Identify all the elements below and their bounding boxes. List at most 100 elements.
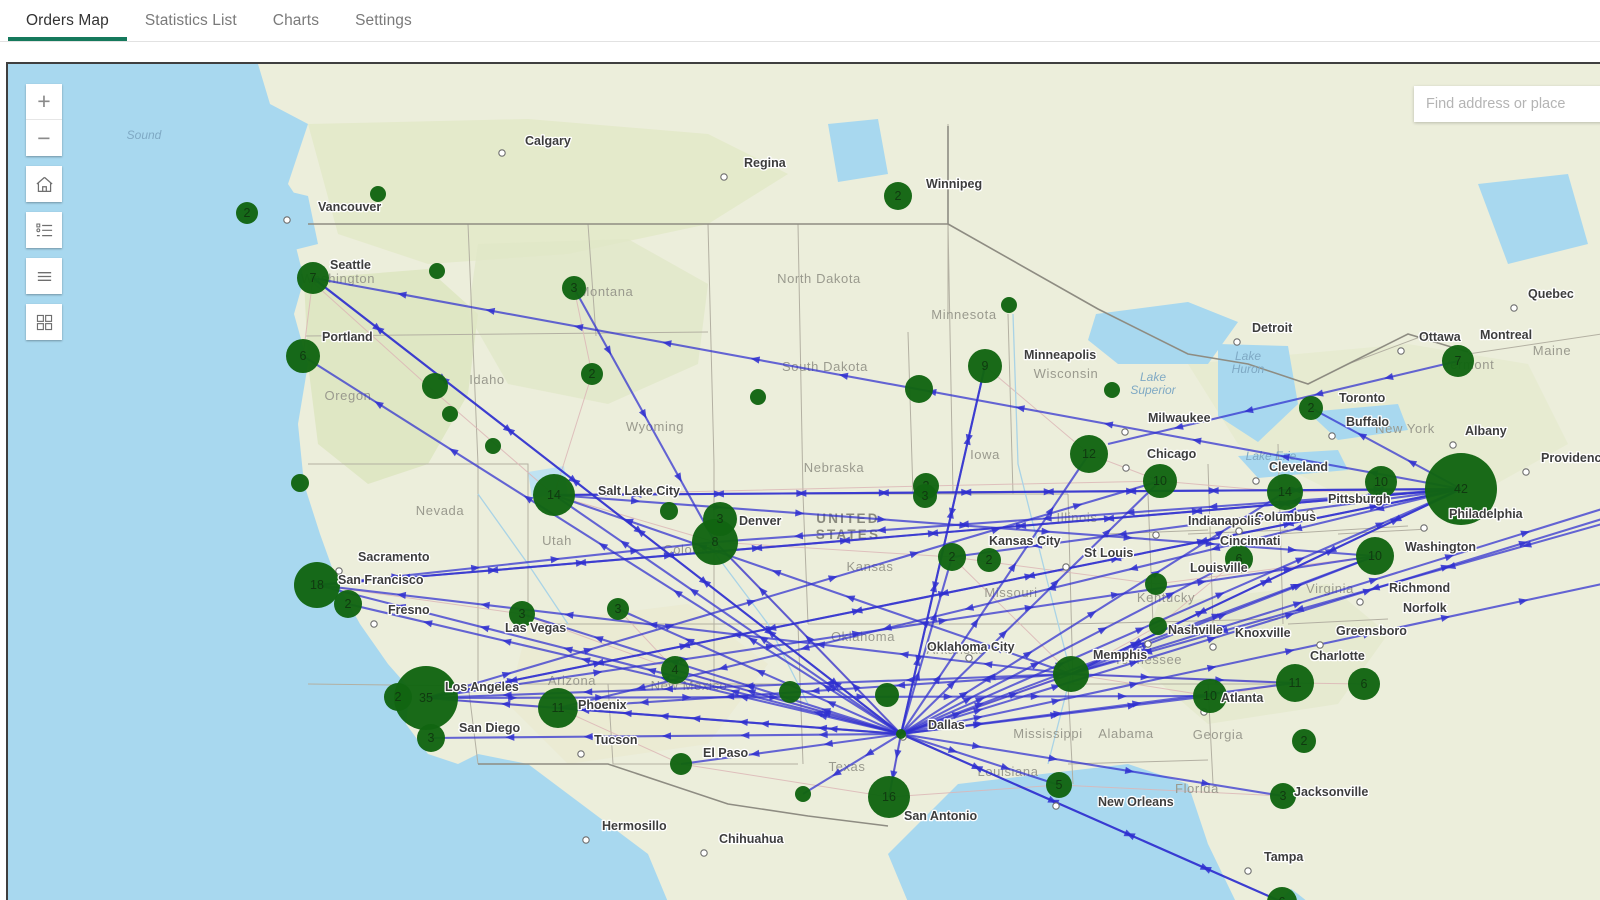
city-label: Detroit xyxy=(1252,321,1293,335)
city-label: Louisville xyxy=(1190,561,1248,575)
city-dot xyxy=(1122,429,1128,435)
order-cluster-count: 2 xyxy=(395,690,402,704)
order-cluster-count: 6 xyxy=(1361,677,1368,691)
order-cluster-marker[interactable]: 18 xyxy=(294,562,340,608)
order-cluster-marker[interactable]: 5 xyxy=(1046,772,1072,798)
order-cluster-marker[interactable] xyxy=(896,729,906,739)
order-cluster-marker[interactable]: 3 xyxy=(607,598,629,620)
water-label: Lake xyxy=(1140,370,1166,384)
tab-orders-map-label: Orders Map xyxy=(26,12,109,29)
map-canvas[interactable]: SoundLakeSuperiorLakeHuronLake ErieGulf … xyxy=(8,64,1600,900)
order-cluster-marker[interactable] xyxy=(1149,617,1167,635)
city-dot xyxy=(1123,465,1129,471)
region-label: Maine xyxy=(1533,343,1571,358)
order-cluster-marker[interactable] xyxy=(905,375,933,403)
order-cluster-marker[interactable]: 2 xyxy=(581,363,603,385)
city-label: Charlotte xyxy=(1310,649,1365,663)
orders-map-container[interactable]: SoundLakeSuperiorLakeHuronLake ErieGulf … xyxy=(6,62,1600,900)
order-cluster-marker[interactable] xyxy=(1104,382,1120,398)
city-label: Chihuahua xyxy=(719,832,785,846)
order-cluster-count: 2 xyxy=(949,550,956,564)
region-label: Nevada xyxy=(416,503,465,518)
order-cluster-marker[interactable] xyxy=(875,683,899,707)
order-cluster-marker[interactable]: 3 xyxy=(562,276,586,300)
order-cluster-marker[interactable]: 3 xyxy=(417,724,445,752)
zoom-in-button[interactable]: + xyxy=(26,84,62,120)
tab-settings[interactable]: Settings xyxy=(337,12,430,41)
order-cluster-marker[interactable] xyxy=(795,786,811,802)
city-label: Richmond xyxy=(1389,581,1450,595)
map-search-box[interactable] xyxy=(1414,86,1600,122)
order-cluster-count: 3 xyxy=(519,607,526,621)
order-cluster-marker[interactable] xyxy=(1001,297,1017,313)
order-cluster-marker[interactable]: 2 xyxy=(1292,729,1316,753)
search-input[interactable] xyxy=(1426,96,1592,112)
order-cluster-marker[interactable]: 4 xyxy=(661,656,689,684)
order-cluster-marker[interactable]: 10 xyxy=(1356,537,1394,575)
layer-list-button[interactable] xyxy=(26,258,62,294)
city-label: Columbus xyxy=(1255,510,1316,524)
order-cluster-marker[interactable]: 10 xyxy=(1143,464,1177,498)
city-label: Vancouver xyxy=(318,200,381,214)
order-cluster-marker[interactable]: 2 xyxy=(977,548,1001,572)
layers-control-group xyxy=(26,258,62,294)
basemap-gallery-button[interactable] xyxy=(26,304,62,340)
order-cluster-marker[interactable] xyxy=(442,406,458,422)
order-cluster-marker[interactable] xyxy=(1145,573,1167,595)
tab-charts[interactable]: Charts xyxy=(255,12,337,41)
region-label: Minnesota xyxy=(931,307,997,322)
region-label: Georgia xyxy=(1193,727,1244,742)
order-cluster-marker[interactable]: 9 xyxy=(968,349,1002,383)
order-cluster-marker[interactable] xyxy=(779,681,801,703)
order-cluster-marker[interactable]: 11 xyxy=(538,688,578,728)
order-cluster-count: 6 xyxy=(1279,895,1286,900)
order-cluster-count: 2 xyxy=(244,206,251,220)
city-dot xyxy=(1329,433,1335,439)
order-cluster-marker[interactable] xyxy=(750,389,766,405)
order-cluster-marker[interactable]: 14 xyxy=(533,474,575,516)
order-cluster-count: 10 xyxy=(1153,474,1167,488)
city-label: Chicago xyxy=(1147,447,1197,461)
order-cluster-marker[interactable] xyxy=(429,263,445,279)
order-cluster-marker[interactable] xyxy=(291,474,309,492)
order-cluster-marker[interactable] xyxy=(485,438,501,454)
order-cluster-marker[interactable] xyxy=(422,373,448,399)
order-cluster-marker[interactable]: 2 xyxy=(1299,396,1323,420)
order-cluster-count: 6 xyxy=(300,349,307,363)
order-cluster-count: 3 xyxy=(1280,789,1287,803)
tab-statistics-list[interactable]: Statistics List xyxy=(127,12,255,41)
order-cluster-marker[interactable]: 2 xyxy=(884,182,912,210)
order-cluster-marker[interactable]: 6 xyxy=(286,339,320,373)
order-cluster-marker[interactable] xyxy=(670,753,692,775)
order-cluster-marker[interactable]: 14 xyxy=(1267,474,1303,510)
order-cluster-marker[interactable]: 12 xyxy=(1070,435,1108,473)
order-cluster-count: 9 xyxy=(982,359,989,373)
layer-list-icon xyxy=(35,267,54,286)
tab-orders-map[interactable]: Orders Map xyxy=(8,12,127,41)
order-cluster-marker[interactable]: 3 xyxy=(913,484,937,508)
order-cluster-count: 2 xyxy=(1301,734,1308,748)
legend-button[interactable] xyxy=(26,212,62,248)
order-cluster-marker[interactable]: 3 xyxy=(1270,783,1296,809)
order-cluster-marker[interactable]: 2 xyxy=(334,590,362,618)
city-label: Denver xyxy=(739,514,782,528)
order-cluster-marker[interactable]: 7 xyxy=(1442,345,1474,377)
order-cluster-marker[interactable]: 7 xyxy=(297,262,329,294)
home-button[interactable] xyxy=(26,166,62,202)
order-cluster-marker[interactable]: 3 xyxy=(703,502,737,536)
order-cluster-marker[interactable] xyxy=(1053,656,1089,692)
order-cluster-marker[interactable]: 2 xyxy=(236,202,258,224)
city-label: Albany xyxy=(1465,424,1507,438)
order-cluster-marker[interactable]: 6 xyxy=(1348,668,1380,700)
order-cluster-marker[interactable]: 2 xyxy=(384,683,412,711)
order-cluster-marker[interactable]: 2 xyxy=(938,543,966,571)
order-cluster-marker[interactable]: 11 xyxy=(1276,664,1314,702)
order-cluster-marker[interactable] xyxy=(660,502,678,520)
plus-icon: + xyxy=(37,90,50,113)
region-label: Alabama xyxy=(1098,726,1154,741)
tab-settings-label: Settings xyxy=(355,12,412,29)
order-cluster-count: 4 xyxy=(672,663,679,677)
zoom-out-button[interactable]: − xyxy=(26,120,62,156)
order-cluster-count: 12 xyxy=(1082,447,1096,461)
city-label: Regina xyxy=(744,156,787,170)
